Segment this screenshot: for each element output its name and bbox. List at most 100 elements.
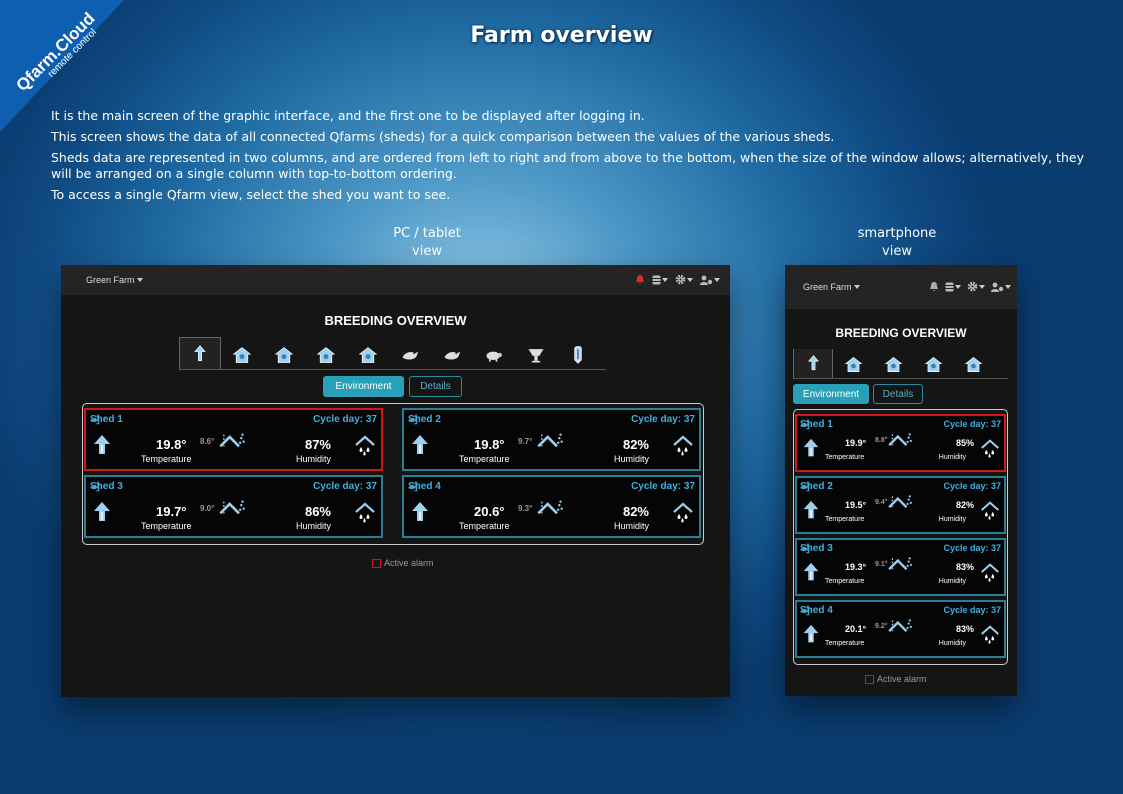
shed-tab[interactable] (873, 351, 913, 378)
intro-line: Sheds data are represented in two column… (51, 150, 1084, 181)
user-settings-icon[interactable] (700, 275, 720, 285)
shed-tab[interactable] (515, 340, 557, 369)
humidity-label: Humidity (938, 578, 966, 585)
humidity-icon (673, 502, 693, 523)
temperature-label: Temperature (459, 521, 510, 531)
shed-card[interactable]: Shed 4 Cycle day: 37 20.6° Temperature 9.3° 8… (402, 475, 701, 538)
user-settings-icon[interactable] (991, 282, 1011, 292)
temp-sensor-icon (94, 435, 110, 454)
bird-icon (402, 351, 419, 360)
temperature-value: 19.8° (474, 437, 505, 452)
shed-card[interactable]: Shed 2 Cycle day: 37 19.5° Temperature 9.4° 8… (795, 476, 1006, 534)
shed-tab[interactable] (953, 351, 993, 378)
shed-icon (274, 346, 294, 363)
temperature-value: 19.8° (156, 437, 187, 452)
thermometer-icon (807, 355, 819, 371)
shed-tabs (793, 349, 1008, 379)
outdoor-temperature: 8.6° (200, 437, 215, 446)
login-icon (91, 482, 100, 491)
humidity-value: 86% (304, 504, 331, 519)
database-menu-icon[interactable] (945, 282, 961, 292)
shed-tab[interactable] (431, 340, 473, 369)
shed-name: Shed 3 (90, 481, 123, 492)
cycle-day: Cycle day: 37 (313, 414, 377, 425)
cycle-day: Cycle day: 37 (313, 481, 377, 492)
humidity-icon (981, 439, 999, 458)
environment-button[interactable]: Environment (323, 376, 404, 397)
humidity-value: 82% (622, 504, 649, 519)
database-menu-icon[interactable] (652, 275, 668, 285)
shed-tab[interactable] (389, 340, 431, 369)
login-icon (801, 420, 810, 429)
cycle-day: Cycle day: 37 (631, 481, 695, 492)
humidity-value: 82% (622, 437, 649, 452)
alarm-bell-icon[interactable] (635, 274, 645, 285)
temp-sensor-icon (803, 562, 819, 581)
details-button[interactable]: Details (409, 376, 462, 397)
shed-tab[interactable] (305, 340, 347, 369)
outdoor-temp-icon (537, 500, 563, 515)
shed-icon (844, 356, 862, 372)
shed-tabs (179, 337, 606, 370)
alarm-legend-swatch (372, 558, 381, 568)
shed-name: Shed 2 (800, 481, 833, 492)
shed-card[interactable]: Shed 1 Cycle day: 37 19.8° Temperature 8.6° 8… (84, 408, 383, 471)
outdoor-temperature: 9.2° (875, 623, 888, 630)
login-icon (801, 544, 810, 553)
pc-view-label-line1: PC / tablet (393, 226, 461, 241)
humidity-icon (355, 502, 375, 523)
farm-selector[interactable]: Green Farm (803, 282, 860, 292)
shed-card[interactable]: Shed 2 Cycle day: 37 19.8° Temperature 9.7° 8… (402, 408, 701, 471)
login-icon (409, 482, 418, 491)
shed-tab[interactable] (793, 349, 833, 378)
shed-name: Shed 4 (408, 481, 441, 492)
intro-line: It is the main screen of the graphic int… (51, 108, 645, 123)
shed-tab[interactable] (473, 340, 515, 369)
humidity-value: 82% (955, 500, 974, 510)
shed-card[interactable]: Shed 4 Cycle day: 37 20.1° Temperature 9.2° 8… (795, 600, 1006, 658)
details-button[interactable]: Details (873, 384, 923, 404)
pig-icon (486, 351, 502, 362)
outdoor-temp-icon (888, 619, 912, 633)
temperature-label: Temperature (825, 578, 865, 585)
shed-tab[interactable] (347, 340, 389, 369)
view-toggle: Environment Details (793, 384, 923, 404)
farm-name: Green Farm (803, 282, 852, 292)
shed-icon (964, 356, 982, 372)
outdoor-temperature: 9.0° (200, 504, 215, 513)
top-navbar: Green Farm (61, 265, 730, 295)
shed-tab[interactable] (221, 340, 263, 369)
feeder-icon (528, 348, 544, 362)
shed-card[interactable]: Shed 3 Cycle day: 37 19.3° Temperature 9.1° 8… (795, 538, 1006, 596)
alarm-legend: Active alarm (372, 558, 434, 568)
shed-name: Shed 2 (408, 414, 441, 425)
outdoor-temperature: 9.4° (875, 499, 888, 506)
cycle-day: Cycle day: 37 (943, 605, 1001, 615)
overview-title: BREEDING OVERVIEW (835, 326, 967, 340)
shed-card[interactable]: Shed 1 Cycle day: 37 19.9° Temperature 8.8° 8… (795, 414, 1006, 472)
humidity-label: Humidity (295, 521, 331, 531)
pc-view-label: PC / tablet view (362, 225, 492, 261)
chevron-down-icon (853, 285, 860, 289)
environment-button[interactable]: Environment (793, 384, 869, 404)
humidity-label: Humidity (295, 454, 331, 464)
shed-tab[interactable] (179, 337, 221, 369)
temperature-value: 19.5° (845, 500, 867, 510)
humidity-label: Humidity (613, 521, 649, 531)
cycle-day: Cycle day: 37 (943, 481, 1001, 491)
shed-card[interactable]: Shed 3 Cycle day: 37 19.7° Temperature 9.0° 8… (84, 475, 383, 538)
gear-icon[interactable] (967, 281, 985, 292)
shed-icon (232, 346, 252, 363)
shed-tab[interactable] (263, 340, 305, 369)
humidity-label: Humidity (613, 454, 649, 464)
navbar-actions (635, 274, 720, 285)
gear-icon[interactable] (675, 274, 693, 285)
shed-tab[interactable] (913, 351, 953, 378)
temperature-label: Temperature (825, 516, 865, 523)
navbar-actions (929, 281, 1011, 292)
temperature-label: Temperature (459, 454, 510, 464)
shed-tab[interactable] (833, 351, 873, 378)
farm-selector[interactable]: Green Farm (86, 275, 143, 285)
alarm-bell-icon[interactable] (929, 281, 939, 292)
shed-tab[interactable] (557, 340, 599, 369)
